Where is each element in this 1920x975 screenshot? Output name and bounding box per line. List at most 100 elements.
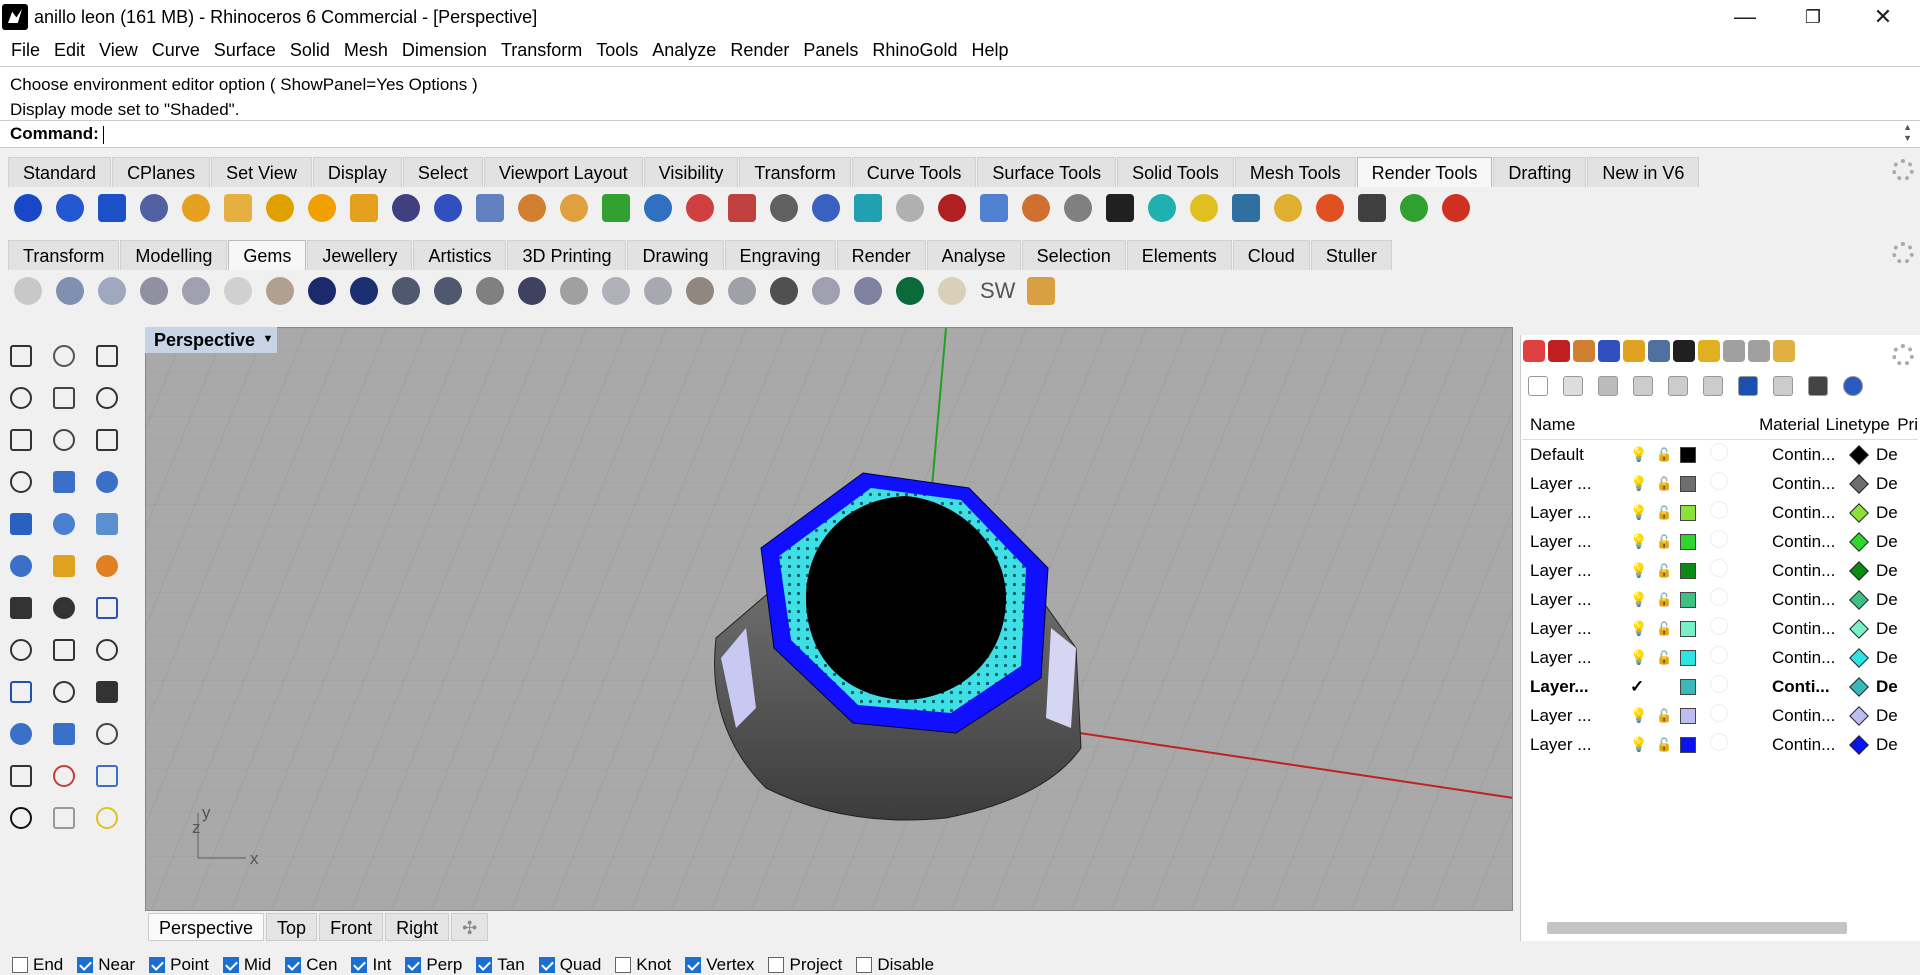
spotlight-icon[interactable]	[182, 194, 210, 222]
menu-render[interactable]: Render	[723, 40, 796, 61]
pencil-icon[interactable]	[1027, 277, 1056, 305]
jewel-panel-icon[interactable]	[1773, 340, 1795, 362]
layer-linetype[interactable]: Conti...	[1772, 677, 1852, 697]
gem-prong-icon[interactable]	[266, 277, 294, 305]
layer-material[interactable]	[1710, 588, 1772, 611]
render-panel-icon[interactable]	[1598, 340, 1620, 362]
layer-name[interactable]: Layer ...	[1522, 503, 1612, 523]
layer-name[interactable]: Default	[1522, 445, 1612, 465]
polyline-icon[interactable]	[91, 340, 123, 372]
layer-material[interactable]	[1710, 559, 1772, 582]
layer-print-width[interactable]: De	[1876, 677, 1906, 697]
layer-name[interactable]: Layer ...	[1522, 532, 1612, 552]
sw-tool-icon[interactable]: SW	[980, 278, 1015, 304]
print-color-diamond[interactable]	[1849, 473, 1869, 494]
grid-array-icon[interactable]	[5, 760, 37, 792]
tab-drafting[interactable]: Drafting	[1493, 157, 1587, 187]
layer-material[interactable]	[1710, 675, 1772, 698]
layer-print-width[interactable]: De	[1876, 735, 1906, 755]
menu-help[interactable]: Help	[964, 40, 1015, 61]
layer-row[interactable]: Layer ... 💡 🔓 Contin... De	[1522, 585, 1918, 614]
layer-row[interactable]: Layer ... 💡 🔓 Contin... De	[1522, 498, 1918, 527]
tab-engraving[interactable]: Engraving	[724, 240, 836, 270]
gem-diamond-icon[interactable]	[728, 277, 756, 305]
layer-material[interactable]	[1710, 443, 1772, 466]
split-icon[interactable]	[48, 592, 80, 624]
lightbulb-icon[interactable]: 💡	[1630, 504, 1650, 521]
gem-studio-icon[interactable]	[14, 277, 42, 305]
lock-icon[interactable]: 🔓	[1656, 708, 1676, 724]
panel-horizontal-scrollbar[interactable]	[1547, 922, 1847, 934]
layer-row[interactable]: Layer ... 💡 🔓 Contin... De	[1522, 556, 1918, 585]
tab-transform[interactable]: Transform	[8, 240, 120, 270]
trim-icon[interactable]	[5, 592, 37, 624]
layer-print-width[interactable]: De	[1876, 561, 1906, 581]
osnap-checkbox[interactable]	[222, 957, 239, 973]
menu-curve[interactable]: Curve	[145, 40, 207, 61]
pearl-icon[interactable]	[938, 277, 966, 305]
layer-color-swatch[interactable]	[1680, 562, 1696, 579]
burst-icon[interactable]	[91, 550, 123, 582]
point-icon[interactable]	[48, 340, 80, 372]
tab-select[interactable]: Select	[402, 157, 483, 187]
layer-row[interactable]: Layer ... 💡 🔓 Contin... De	[1522, 643, 1918, 672]
layer-linetype[interactable]: Contin...	[1772, 590, 1852, 610]
layer-linetype[interactable]: Contin...	[1772, 706, 1852, 726]
layer-color-swatch[interactable]	[1680, 504, 1696, 521]
osnap-int[interactable]: Int	[351, 955, 391, 975]
print-color-diamond[interactable]	[1849, 444, 1869, 465]
layer-linetype[interactable]: Contin...	[1772, 445, 1852, 465]
ground-plane-icon[interactable]	[770, 194, 798, 222]
layer-linetype[interactable]: Contin...	[1772, 619, 1852, 639]
print-color-diamond[interactable]	[1849, 618, 1869, 639]
play-icon[interactable]	[1400, 194, 1428, 222]
sun-burst-icon[interactable]	[1316, 194, 1344, 222]
cylinder-map-icon[interactable]	[854, 194, 882, 222]
key-light-icon[interactable]	[1190, 194, 1218, 222]
osnap-checkbox[interactable]	[351, 957, 368, 973]
tab-jewellery[interactable]: Jewellery	[307, 240, 413, 270]
brush-panel-icon[interactable]	[1573, 340, 1595, 362]
materials-icon[interactable]	[140, 194, 168, 222]
add-viewport-icon[interactable]: ✣	[451, 913, 489, 941]
osnap-knot[interactable]: Knot	[615, 955, 671, 975]
lightbulb-icon[interactable]: 💡	[1630, 475, 1650, 492]
print-color-diamond[interactable]	[1849, 560, 1869, 581]
tab-modelling[interactable]: Modelling	[120, 240, 228, 270]
osnap-checkbox[interactable]	[856, 957, 873, 973]
layer-linetype[interactable]: Contin...	[1772, 561, 1852, 581]
gem-cross-icon[interactable]	[644, 277, 672, 305]
gem-refresh-icon[interactable]	[350, 277, 378, 305]
gem-cutter-icon[interactable]	[56, 277, 84, 305]
tab-visibility[interactable]: Visibility	[643, 157, 739, 187]
tab-transform[interactable]: Transform	[739, 157, 851, 187]
layer-name[interactable]: Layer ...	[1522, 735, 1612, 755]
perspective-viewport[interactable]: y z x	[145, 327, 1513, 911]
osnap-tan[interactable]: Tan	[476, 955, 525, 975]
tab-cplanes[interactable]: CPlanes	[112, 157, 211, 187]
menu-view[interactable]: View	[92, 40, 145, 61]
emerald-icon[interactable]	[896, 277, 924, 305]
join-icon[interactable]	[5, 634, 37, 666]
layer-color-swatch[interactable]	[1680, 678, 1696, 695]
camera-icon[interactable]	[728, 194, 756, 222]
layer-print-width[interactable]: De	[1876, 503, 1906, 523]
lock-icon[interactable]: 🔓	[1656, 621, 1676, 637]
tab-surface-tools[interactable]: Surface Tools	[977, 157, 1117, 187]
check-icon[interactable]	[5, 802, 37, 834]
grid-tile-icon[interactable]	[1232, 194, 1260, 222]
filter-icon[interactable]	[1738, 376, 1758, 396]
lock-icon[interactable]: 🔓	[1656, 737, 1676, 753]
sphere-map-icon[interactable]	[896, 194, 924, 222]
gem-grid-icon[interactable]	[686, 277, 714, 305]
toolbar-gear-icon[interactable]	[1892, 159, 1914, 181]
layer-linetype[interactable]: Contin...	[1772, 503, 1852, 523]
tab-render-tools[interactable]: Render Tools	[1356, 157, 1493, 187]
gem-facet-icon[interactable]	[770, 277, 798, 305]
polygon-icon[interactable]	[91, 424, 123, 456]
lightbulb-icon[interactable]: 💡	[1630, 707, 1650, 724]
light-tools-icon[interactable]	[518, 194, 546, 222]
print-color-diamond[interactable]	[1849, 734, 1869, 755]
texture-box-icon[interactable]	[812, 194, 840, 222]
lightbulb-icon[interactable]: 💡	[1630, 591, 1650, 608]
